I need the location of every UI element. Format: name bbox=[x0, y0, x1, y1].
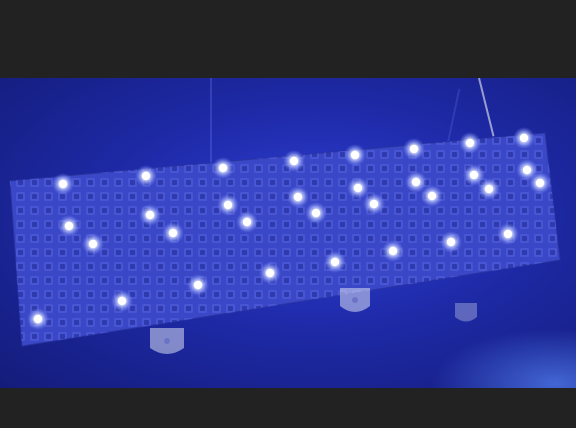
lit-led bbox=[88, 239, 98, 249]
lit-led bbox=[289, 156, 299, 166]
lit-led bbox=[535, 178, 545, 188]
lit-led bbox=[469, 170, 479, 180]
lit-led bbox=[465, 138, 475, 148]
lit-led bbox=[388, 246, 398, 256]
lit-led bbox=[64, 221, 74, 231]
lit-led bbox=[293, 192, 303, 202]
lit-led bbox=[503, 229, 513, 239]
lit-led bbox=[193, 280, 203, 290]
lit-led bbox=[58, 179, 68, 189]
lit-led bbox=[522, 165, 532, 175]
lit-led bbox=[484, 184, 494, 194]
lit-led bbox=[350, 150, 360, 160]
lit-led bbox=[409, 144, 419, 154]
lit-led bbox=[519, 133, 529, 143]
photo bbox=[0, 78, 576, 388]
lit-led bbox=[265, 268, 275, 278]
lit-led bbox=[330, 257, 340, 267]
screenshot-frame bbox=[0, 0, 576, 428]
lit-led bbox=[242, 217, 252, 227]
lit-led bbox=[117, 296, 127, 306]
lit-led bbox=[145, 210, 155, 220]
lit-led bbox=[411, 177, 421, 187]
lit-led bbox=[33, 314, 43, 324]
lit-led bbox=[141, 171, 151, 181]
lit-led bbox=[223, 200, 233, 210]
lit-led bbox=[446, 237, 456, 247]
lit-led bbox=[168, 228, 178, 238]
lit-led bbox=[218, 163, 228, 173]
lit-led bbox=[353, 183, 363, 193]
lit-led bbox=[369, 199, 379, 209]
led-panel-drawing bbox=[9, 127, 561, 354]
lit-led bbox=[311, 208, 321, 218]
lit-led bbox=[427, 191, 437, 201]
